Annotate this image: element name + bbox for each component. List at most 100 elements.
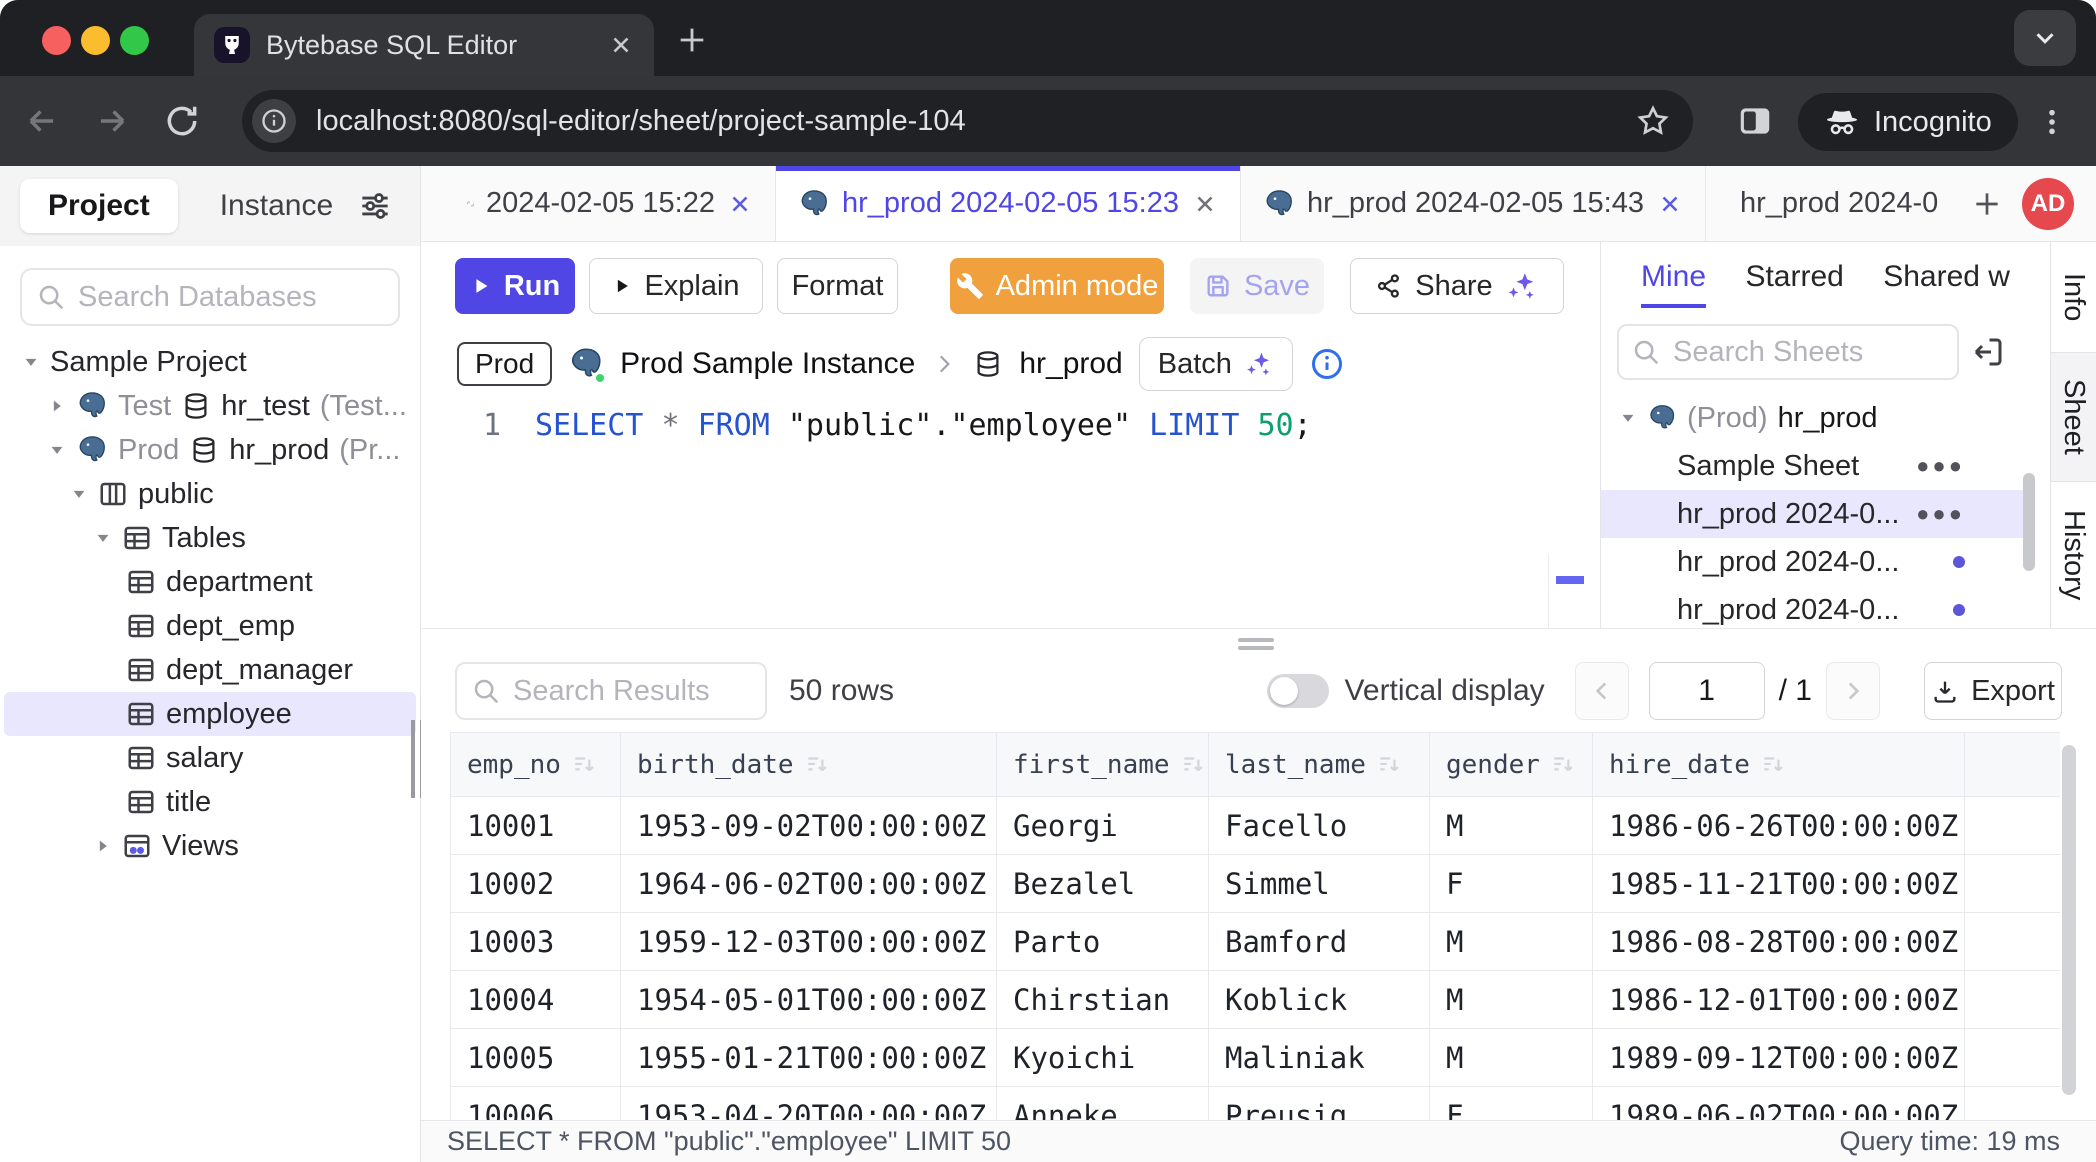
tree-table-salary[interactable]: salary: [0, 736, 420, 780]
next-page-button[interactable]: [1826, 662, 1880, 720]
tree-table-title[interactable]: title: [0, 780, 420, 824]
tree-table-dept_emp[interactable]: dept_emp: [0, 604, 420, 648]
views-icon: [122, 831, 152, 861]
tab-mine[interactable]: Mine: [1641, 260, 1706, 308]
results-divider[interactable]: [421, 628, 2096, 650]
sheet-item[interactable]: hr_prod 2024-0...: [1601, 538, 2029, 586]
sheet-list-scrollbar[interactable]: [2023, 473, 2035, 571]
ai-sparkles-icon: [1505, 269, 1539, 303]
tab-history[interactable]: History: [2051, 482, 2096, 628]
divider-drag-handle[interactable]: [1238, 634, 1274, 650]
tab-sheet[interactable]: Sheet: [2051, 352, 2096, 482]
table-row: 100021964-06-02T00:00:00ZBezalelSimmelF1…: [451, 855, 2061, 913]
tab-info[interactable]: Info: [2051, 242, 2096, 352]
sql-code-editor[interactable]: 1 SELECT * FROM "public"."employee" LIMI…: [421, 398, 1600, 628]
window-close-button[interactable]: [42, 26, 71, 55]
results-scrollbar[interactable]: [2062, 745, 2076, 1095]
sheets-search-row: Search Sheets: [1617, 324, 2034, 380]
explain-button[interactable]: Explain: [589, 258, 763, 314]
chevron-left-icon: [1589, 678, 1615, 704]
page-number-input[interactable]: [1649, 662, 1765, 720]
filter-settings-icon[interactable]: [356, 187, 394, 225]
address-bar[interactable]: localhost:8080/sql-editor/sheet/project-…: [242, 90, 1693, 152]
database-name[interactable]: hr_prod: [1019, 347, 1122, 381]
sql-statement: SELECT * FROM "public"."employee" LIMIT …: [535, 408, 1312, 443]
tab-project[interactable]: Project: [20, 179, 178, 233]
database-icon: [189, 435, 219, 465]
column-header-last_name[interactable]: last_name: [1209, 733, 1430, 797]
close-tab-icon[interactable]: [1657, 191, 1683, 217]
column-header-emp_no[interactable]: emp_no: [451, 733, 621, 797]
tree-table-dept_manager[interactable]: dept_manager: [0, 648, 420, 692]
share-button[interactable]: Share: [1350, 258, 1564, 314]
sheet-item[interactable]: hr_prod 2024-0...: [1601, 586, 2029, 628]
database-icon: [181, 391, 211, 421]
tree-table-employee[interactable]: employee: [4, 692, 416, 736]
admin-mode-button[interactable]: Admin mode: [950, 258, 1164, 314]
import-sheet-icon[interactable]: [1970, 334, 2006, 370]
prev-page-button[interactable]: [1575, 662, 1629, 720]
run-button[interactable]: Run: [455, 258, 575, 314]
vertical-display-label: Vertical display: [1345, 674, 1545, 708]
new-sheet-tab-button[interactable]: [1964, 181, 2010, 227]
back-button[interactable]: [14, 93, 70, 149]
format-button[interactable]: Format: [777, 258, 898, 314]
tree-test-db-row[interactable]: Test hr_test (Test...: [0, 384, 420, 428]
column-header-first_name[interactable]: first_name: [997, 733, 1209, 797]
sheet-tab-4[interactable]: hr_prod 2024-0: [1706, 166, 1954, 241]
vertical-display-toggle[interactable]: [1267, 674, 1329, 708]
tree-views-group-row[interactable]: Views: [0, 824, 420, 868]
sheet-tab-1[interactable]: 2024-02-05 15:22: [445, 166, 776, 241]
column-header-birth_date[interactable]: birth_date: [621, 733, 997, 797]
sheet-item[interactable]: Sample Sheet●●●: [1601, 442, 2029, 490]
sheet-tab-3[interactable]: hr_prod 2024-02-05 15:43: [1241, 166, 1706, 241]
sheet-group-row[interactable]: (Prod) hr_prod: [1601, 394, 2050, 442]
table-cell: M: [1430, 797, 1593, 855]
tree-schema-row[interactable]: public: [0, 472, 420, 516]
column-header-gender[interactable]: gender: [1430, 733, 1593, 797]
instance-name[interactable]: Prod Sample Instance: [620, 347, 915, 381]
bookmark-star-icon[interactable]: [1635, 103, 1671, 139]
window-zoom-button[interactable]: [120, 26, 149, 55]
side-panel-icon[interactable]: [1736, 102, 1774, 140]
close-tab-icon[interactable]: [1192, 191, 1218, 217]
user-avatar[interactable]: AD: [2022, 178, 2074, 230]
tree-prod-db-row[interactable]: Prod hr_prod (Pr...: [0, 428, 420, 472]
reload-button[interactable]: [154, 93, 210, 149]
tree-project-label: Sample Project: [50, 346, 247, 379]
tree-table-label: dept_emp: [166, 610, 295, 643]
sort-icon: [1550, 752, 1576, 778]
browser-tab-close-icon[interactable]: [608, 32, 634, 58]
tab-instance[interactable]: Instance: [220, 189, 333, 223]
batch-button[interactable]: Batch: [1139, 337, 1293, 391]
sheet-more-icon[interactable]: ●●●: [1916, 453, 1965, 479]
close-tab-icon[interactable]: [727, 191, 753, 217]
tree-project-row[interactable]: Sample Project: [0, 340, 420, 384]
search-sheets-input[interactable]: Search Sheets: [1617, 324, 1959, 380]
editor-pane: Run Explain Format Admin mode Save Share: [421, 242, 1600, 628]
export-button[interactable]: Export: [1924, 662, 2062, 720]
sheet-more-icon[interactable]: ●●●: [1916, 501, 1965, 527]
tree-tables-group-row[interactable]: Tables: [0, 516, 420, 560]
save-button[interactable]: Save: [1190, 258, 1324, 314]
instance-online-dot: [593, 371, 607, 385]
search-databases-input[interactable]: Search Databases: [20, 268, 400, 326]
tab-starred[interactable]: Starred: [1745, 260, 1843, 294]
tree-table-department[interactable]: department: [0, 560, 420, 604]
site-info-icon[interactable]: [252, 99, 296, 143]
window-minimize-button[interactable]: [81, 26, 110, 55]
new-browser-tab-button[interactable]: [672, 20, 712, 60]
sheet-item[interactable]: hr_prod 2024-0...●●●: [1601, 490, 2029, 538]
info-circle-icon[interactable]: [1309, 346, 1345, 382]
tab-shared[interactable]: Shared w: [1883, 260, 2010, 294]
play-icon: [470, 275, 492, 297]
tab-search-chevron-button[interactable]: [2014, 10, 2076, 66]
browser-menu-kebab-icon[interactable]: [2028, 98, 2076, 146]
browser-tab[interactable]: Bytebase SQL Editor: [194, 14, 654, 76]
table-cell: Anneke: [997, 1087, 1209, 1121]
sheet-tab-2-active[interactable]: hr_prod 2024-02-05 15:23: [776, 166, 1241, 241]
forward-button[interactable]: [84, 93, 140, 149]
column-header-hire_date[interactable]: hire_date: [1593, 733, 1965, 797]
search-results-input[interactable]: Search Results: [455, 662, 767, 720]
table-cell: 1989-06-02T00:00:00Z: [1593, 1087, 1965, 1121]
